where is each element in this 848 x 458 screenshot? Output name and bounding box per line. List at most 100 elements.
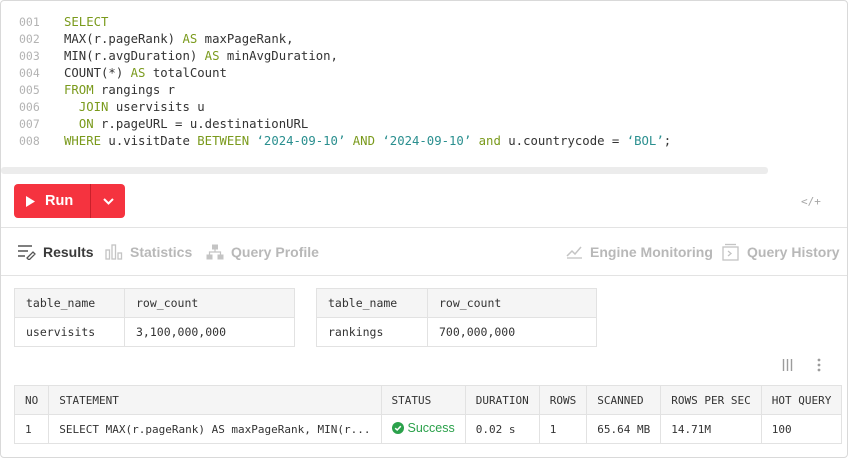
sql-keyword: WHERE	[64, 134, 102, 148]
cell-status: Success	[380, 414, 466, 444]
code-text: JOIN uservisits u	[64, 99, 205, 116]
column-header-status: STATUS	[380, 385, 466, 415]
code-text: COUNT(*) AS totalCount	[64, 65, 227, 82]
chevron-down-icon	[102, 197, 114, 205]
sql-token: totalCount	[145, 66, 227, 80]
sql-keyword: AS	[182, 32, 198, 46]
tab-statistics[interactable]: Statistics	[105, 241, 192, 263]
status-badge: Success	[391, 421, 455, 435]
sql-string: ‘2024-09-10’	[256, 134, 346, 148]
query-history-table: NO STATEMENT STATUS DURATION ROWS SCANNE…	[13, 385, 843, 444]
sql-keyword: and	[478, 134, 501, 148]
sql-keyword: ON	[78, 117, 94, 131]
trend-icon	[566, 246, 582, 259]
code-text: SELECT	[64, 14, 108, 31]
status-text: Success	[407, 421, 455, 435]
tab-results[interactable]: Results	[17, 241, 94, 263]
code-line[interactable]: 003 MIN(r.avgDuration) AS minAvgDuration,	[1, 48, 847, 65]
column-header-rows: ROWS	[538, 385, 588, 415]
sql-keyword: BETWEEN	[197, 134, 250, 148]
line-number: 005	[19, 83, 40, 97]
code-line[interactable]: 001 SELECT	[1, 14, 847, 31]
more-options-icon[interactable]	[817, 358, 821, 375]
run-options-dropdown[interactable]	[91, 184, 125, 218]
sql-token: r.pageURL = u.destinationURL	[93, 117, 309, 131]
sql-token: rangings r	[93, 83, 176, 97]
sql-token: maxPageRank,	[197, 32, 294, 46]
line-number: 001	[19, 15, 40, 29]
sql-token: MAX(r.pageRank)	[64, 32, 183, 46]
column-header-statement: STATEMENT	[48, 385, 382, 415]
column-header: row_count	[124, 288, 295, 318]
line-number: 002	[19, 32, 40, 46]
cell-table-name: rankings	[316, 317, 428, 347]
tab-query-history-label: Query History	[747, 244, 840, 260]
code-text: MAX(r.pageRank) AS maxPageRank,	[64, 31, 294, 48]
code-text: FROM rangings r	[64, 82, 175, 99]
line-number: 004	[19, 66, 40, 80]
cell-no: 1	[13, 414, 50, 444]
columns-icon[interactable]	[782, 359, 793, 374]
tab-query-profile[interactable]: Query Profile	[206, 241, 319, 263]
cell-table-name: uservisits	[14, 317, 125, 347]
code-text: WHERE u.visitDate BETWEEN ‘2024-09-10’ A…	[64, 133, 671, 150]
code-view-toggle[interactable]: </+	[801, 195, 821, 208]
column-header-no: NO	[13, 385, 50, 415]
cell-rows-per-sec: 14.71M	[660, 414, 762, 444]
tabs-divider	[1, 275, 847, 276]
table-row[interactable]: 1 SELECT MAX(r.pageRank) AS maxPageRank,…	[13, 414, 843, 444]
tab-results-label: Results	[43, 244, 94, 260]
cell-scanned: 65.64 MB	[586, 414, 662, 444]
play-icon	[26, 195, 35, 207]
sql-token: u.visitDate	[101, 134, 198, 148]
code-line[interactable]: 008 WHERE u.visitDate BETWEEN ‘2024-09-10…	[1, 133, 847, 150]
line-number: 008	[19, 134, 40, 148]
bar-chart-icon	[105, 244, 123, 260]
column-header-rows-per-sec: ROWS PER SEC	[660, 385, 762, 415]
editor-horizontal-scrollbar[interactable]	[1, 167, 768, 174]
code-line[interactable]: 007 ON r.pageURL = u.destinationURL	[1, 116, 847, 133]
table-row: rankings 700,000,000	[316, 317, 597, 347]
sql-token: MIN(r.avgDuration)	[64, 49, 205, 63]
code-line[interactable]: 006 JOIN uservisits u	[1, 99, 847, 116]
column-header-duration: DURATION	[464, 385, 540, 415]
line-number: 003	[19, 49, 40, 63]
sql-keyword: JOIN	[78, 100, 109, 114]
run-button[interactable]: Run	[14, 184, 90, 218]
code-line[interactable]: 005 FROM rangings r	[1, 82, 847, 99]
code-line[interactable]: 002 MAX(r.pageRank) AS maxPageRank,	[1, 31, 847, 48]
sql-token: ;	[663, 134, 672, 148]
sql-editor[interactable]: 001 SELECT 002 MAX(r.pageRank) AS maxPageRa…	[1, 1, 847, 174]
hierarchy-icon	[206, 244, 224, 260]
tab-query-profile-label: Query Profile	[231, 244, 319, 260]
line-number: 006	[19, 100, 40, 114]
cell-row-count: 3,100,000,000	[124, 317, 295, 347]
tab-engine-monitoring[interactable]: Engine Monitoring	[566, 241, 713, 263]
line-number: 007	[19, 117, 40, 131]
sql-keyword: AS	[130, 66, 146, 80]
sql-token: uservisits u	[108, 100, 205, 114]
sql-token: u.countrycode =	[500, 134, 627, 148]
code-text: MIN(r.avgDuration) AS minAvgDuration,	[64, 48, 338, 65]
run-button-group: Run	[14, 184, 125, 218]
column-header: row_count	[427, 288, 597, 318]
table-uservisits-count: table_name row_count uservisits 3,100,00…	[14, 288, 295, 347]
cell-statement: SELECT MAX(r.pageRank) AS maxPageRank, M…	[48, 414, 382, 444]
sql-string: ‘BOL’	[626, 134, 664, 148]
table-rankings-count: table_name row_count rankings 700,000,00…	[316, 288, 597, 347]
cell-row-count: 700,000,000	[427, 317, 597, 347]
table-row: uservisits 3,100,000,000	[14, 317, 295, 347]
run-button-label: Run	[45, 193, 74, 209]
sql-keyword: AS	[204, 49, 220, 63]
tab-query-history[interactable]: Query History	[722, 241, 840, 263]
cell-hot-query: 100	[760, 414, 843, 444]
sql-workspace: 001 SELECT 002 MAX(r.pageRank) AS maxPageRa…	[0, 0, 848, 458]
sql-keyword: FROM	[64, 83, 94, 97]
code-line[interactable]: 004 COUNT(*) AS totalCount	[1, 65, 847, 82]
column-header-scanned: SCANNED	[586, 385, 662, 415]
tab-statistics-label: Statistics	[130, 244, 193, 260]
